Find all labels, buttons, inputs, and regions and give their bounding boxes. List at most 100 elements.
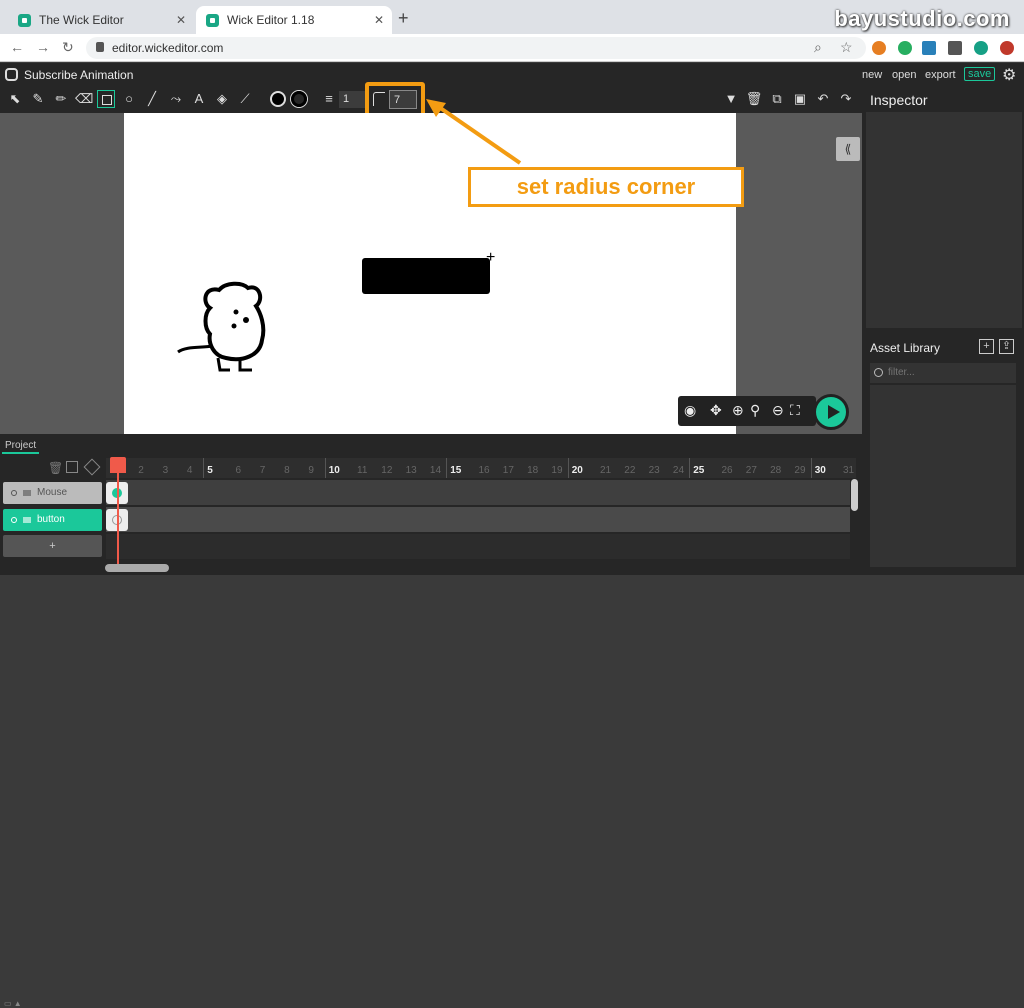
fill-bucket-icon[interactable]: ◈ bbox=[213, 90, 231, 108]
forward-icon[interactable]: → bbox=[36, 39, 50, 55]
bookmark-star-icon[interactable]: ☆ bbox=[840, 39, 853, 56]
frame-number: 15 bbox=[450, 465, 462, 476]
translate-icon[interactable] bbox=[922, 41, 936, 55]
pencil-icon[interactable]: ✏ bbox=[52, 90, 70, 108]
extension-icon[interactable] bbox=[974, 41, 988, 55]
view-controls: ◉ ✥ ⊕ ⚲ ⊖ ⛶ bbox=[678, 396, 816, 426]
close-tab-icon[interactable]: ✕ bbox=[176, 13, 186, 27]
layer-mouse[interactable]: Mouse bbox=[3, 482, 102, 504]
back-icon[interactable]: ← bbox=[10, 39, 24, 55]
project-name[interactable]: Subscribe Animation bbox=[24, 68, 133, 82]
inspector-body bbox=[866, 112, 1022, 328]
playhead[interactable] bbox=[117, 458, 119, 564]
frame-ruler[interactable]: 1234567891011121314151617181920212223242… bbox=[106, 458, 856, 478]
text-icon[interactable]: A bbox=[190, 90, 208, 108]
url-bar[interactable]: editor.wickeditor.com bbox=[86, 37, 866, 59]
zoom-icon[interactable]: ⚲ bbox=[750, 402, 760, 419]
delete-layer-icon[interactable]: 🗑 bbox=[48, 461, 63, 475]
frame-number: 22 bbox=[624, 465, 636, 476]
redo-icon[interactable]: ↷ bbox=[837, 90, 855, 108]
playhead-handle[interactable] bbox=[110, 457, 126, 473]
brush-icon[interactable]: ✎ bbox=[29, 90, 47, 108]
new-link[interactable]: new bbox=[862, 69, 882, 81]
inspector-title: Inspector bbox=[870, 92, 928, 108]
frame-row-button[interactable] bbox=[106, 507, 850, 532]
keyframe-icon[interactable] bbox=[83, 458, 101, 476]
eyedropper-icon[interactable]: ⟋ bbox=[236, 90, 254, 108]
extension-icon[interactable] bbox=[872, 41, 886, 55]
ellipse-icon[interactable]: ○ bbox=[120, 90, 138, 108]
frame-number: 21 bbox=[600, 465, 612, 476]
zoom-out-icon[interactable]: ⊖ bbox=[772, 402, 784, 419]
eraser-icon[interactable]: ⌫ bbox=[75, 90, 93, 108]
cursor-icon[interactable]: ⬉ bbox=[6, 90, 24, 108]
export-link[interactable]: export bbox=[925, 69, 956, 81]
browser-tab-active[interactable]: Wick Editor 1.18 ✕ bbox=[196, 6, 392, 34]
path-edit-icon[interactable]: ⤳ bbox=[167, 90, 185, 108]
lock-icon[interactable] bbox=[23, 490, 31, 496]
line-icon[interactable]: ╱ bbox=[143, 90, 161, 108]
wick-favicon-icon bbox=[18, 13, 31, 27]
frame-number: 5 bbox=[207, 465, 213, 476]
timeline-vertical-scrollbar[interactable] bbox=[851, 479, 858, 511]
frame-number: 30 bbox=[814, 465, 826, 476]
settings-gear-icon[interactable]: ⚙ bbox=[1002, 65, 1016, 85]
frame-marker-line bbox=[567, 458, 569, 478]
zoom-in-icon[interactable]: ⊕ bbox=[732, 402, 744, 419]
zoom-icon[interactable]: ⌕ bbox=[814, 39, 822, 56]
frame-number: 29 bbox=[794, 465, 806, 476]
puzzle-icon[interactable] bbox=[948, 41, 962, 55]
drawn-rectangle[interactable] bbox=[362, 258, 490, 294]
extension-icon[interactable] bbox=[1000, 41, 1014, 55]
close-tab-icon[interactable]: ✕ bbox=[374, 13, 384, 27]
frame-row-mouse[interactable] bbox=[106, 480, 850, 505]
upload-asset-icon[interactable]: ⇪ bbox=[999, 339, 1014, 354]
open-link[interactable]: open bbox=[892, 69, 916, 81]
fill-color-swatch[interactable] bbox=[270, 91, 286, 107]
layer-button[interactable]: button bbox=[3, 509, 102, 531]
extension-icon[interactable] bbox=[898, 41, 912, 55]
rectangle-icon[interactable] bbox=[97, 90, 115, 108]
frame-number: 2 bbox=[138, 465, 144, 476]
visibility-icon[interactable] bbox=[11, 490, 17, 496]
mouse-character[interactable] bbox=[174, 278, 274, 378]
add-layer-button[interactable]: + bbox=[3, 535, 102, 557]
frame-marker-line bbox=[446, 458, 448, 478]
frames-grid[interactable] bbox=[106, 480, 850, 560]
frame-number: 24 bbox=[672, 465, 685, 476]
frame-number: 18 bbox=[527, 465, 539, 476]
play-button[interactable] bbox=[813, 394, 849, 430]
tab-project[interactable]: Project bbox=[2, 440, 40, 454]
browser-tab-inactive[interactable]: The Wick Editor ✕ bbox=[8, 6, 194, 34]
frame-marker-line bbox=[810, 458, 812, 478]
visibility-icon[interactable] bbox=[11, 517, 17, 523]
frame-row-empty bbox=[106, 534, 850, 559]
dropdown-icon[interactable]: ▼ bbox=[722, 90, 740, 108]
stroke-color-swatch[interactable] bbox=[291, 91, 307, 107]
frame-number: 16 bbox=[478, 465, 490, 476]
lock-icon[interactable] bbox=[23, 517, 31, 523]
collapse-panel-button[interactable]: ⟪ bbox=[836, 137, 860, 161]
browser-tab-strip: The Wick Editor ✕ Wick Editor 1.18 ✕ + b… bbox=[0, 0, 1024, 34]
undo-icon[interactable]: ↶ bbox=[814, 90, 832, 108]
frame-number: 20 bbox=[571, 465, 583, 476]
fit-screen-icon[interactable]: ⛶ bbox=[790, 402, 800, 419]
paste-icon[interactable]: ▣ bbox=[791, 90, 809, 108]
brush-size-input[interactable]: 1 bbox=[339, 91, 367, 108]
frame-number: 28 bbox=[770, 465, 782, 476]
frame-number: 11 bbox=[357, 465, 368, 476]
timeline-footer-icons[interactable]: ▭ ▲ bbox=[4, 999, 22, 1008]
reload-icon[interactable]: ↻ bbox=[62, 39, 74, 56]
new-tab-button[interactable]: + bbox=[398, 8, 409, 29]
watermark: bayustudio.com bbox=[834, 6, 1010, 31]
pan-icon[interactable]: ✥ bbox=[710, 402, 722, 419]
duplicate-layer-icon[interactable] bbox=[66, 461, 78, 473]
copy-icon[interactable]: ⧉ bbox=[768, 90, 786, 108]
asset-filter-input[interactable] bbox=[870, 363, 1016, 383]
annotation-arrow bbox=[426, 99, 522, 165]
timeline-horizontal-scrollbar[interactable] bbox=[105, 564, 169, 572]
delete-icon[interactable]: 🗑 bbox=[745, 90, 763, 108]
save-button[interactable]: save bbox=[964, 67, 996, 81]
onion-skin-icon[interactable]: ◉ bbox=[684, 402, 696, 419]
add-asset-icon[interactable]: + bbox=[979, 339, 994, 354]
